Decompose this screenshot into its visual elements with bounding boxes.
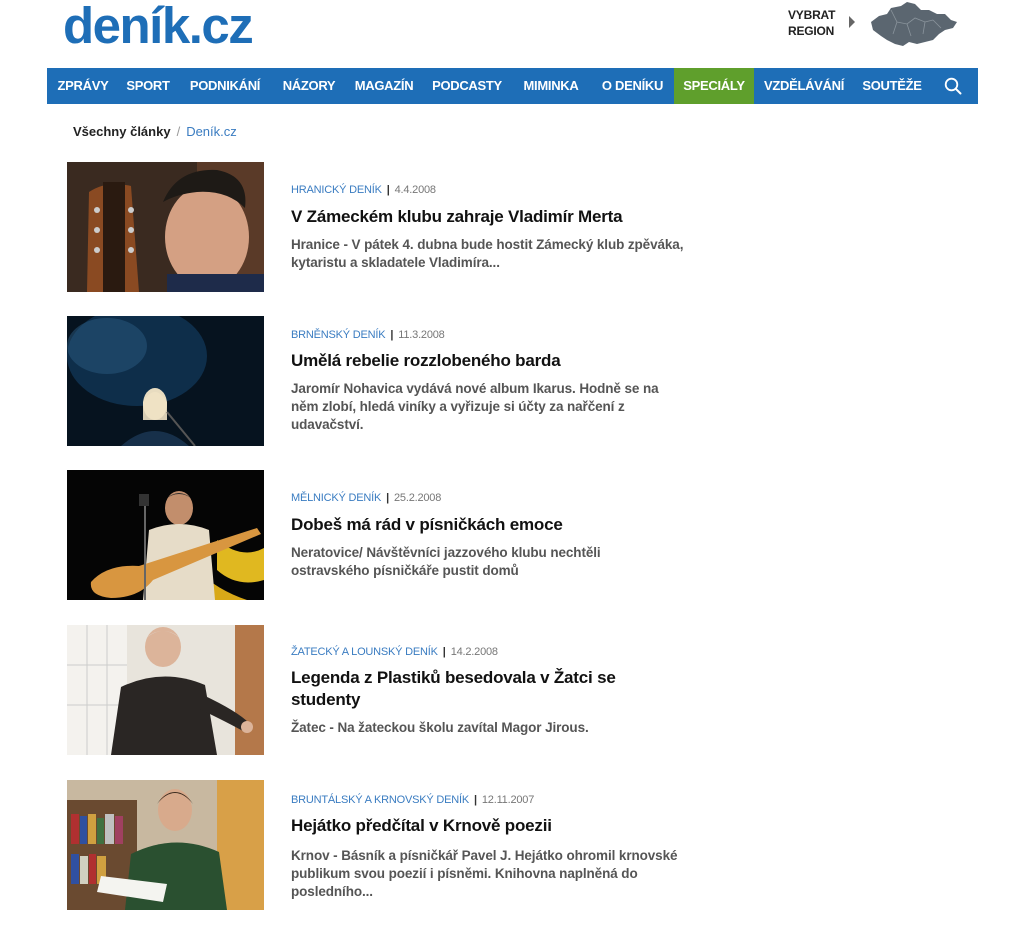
meta-separator: | (386, 492, 389, 504)
article-thumbnail[interactable] (67, 162, 264, 292)
article-date: 14.2.2008 (450, 646, 498, 658)
breadcrumb: Všechny články / Deník.cz (73, 124, 237, 140)
article-meta: Žatecký a lounský deník | 14.2.2008 (291, 645, 498, 659)
article-title[interactable]: V Zámeckém klubu zahraje Vladimír Merta (291, 206, 691, 228)
article-title[interactable]: Dobeš má rád v písničkách emoce (291, 514, 691, 536)
search-icon[interactable] (944, 77, 962, 95)
article-source[interactable]: Žatecký a lounský deník (291, 646, 438, 658)
nav-item-sport[interactable]: SPORT (119, 68, 177, 104)
article-meta: Brněnský deník | 11.3.2008 (291, 328, 445, 342)
nav-item-zpravy[interactable]: ZPRÁVY (47, 68, 119, 104)
site-header: deník.cz VYBRAT REGION (47, 0, 978, 68)
article-thumbnail[interactable] (67, 470, 264, 600)
meta-separator: | (390, 329, 394, 341)
nav-item-podnikani[interactable]: PODNIKÁNÍ (177, 68, 273, 104)
article-date: 12.11.2007 (481, 794, 535, 806)
article-title[interactable]: Legenda z Plastiků besedovala v Žatci se… (291, 667, 636, 711)
article-source[interactable]: Bruntálský a krnovský deník (291, 794, 469, 806)
article-thumbnail[interactable] (67, 780, 264, 910)
nav-item-vzdelavani[interactable]: VZDĚLÁVÁNÍ (754, 68, 854, 104)
meta-separator: | (386, 184, 390, 196)
meta-separator: | (474, 794, 477, 806)
breadcrumb-all-articles[interactable]: Všechny články (73, 124, 171, 139)
nav-item-souteze[interactable]: SOUTĚŽE (854, 68, 930, 104)
meta-separator: | (442, 646, 446, 658)
nav-item-specialy[interactable]: SPECIÁLY (674, 68, 754, 104)
article-meta: Bruntálský a krnovský deník | 12.11.2007 (291, 793, 534, 807)
select-region-link[interactable]: VYBRAT REGION (788, 7, 835, 39)
article-perex: Jaromír Nohavica vydává nové album Ikaru… (291, 381, 659, 432)
article-perex: Neratovice/ Návštěvníci jazzového klubu … (291, 545, 601, 578)
article-perex: Krnov - Básník a písničkář Pavel J. Hejá… (291, 848, 678, 899)
region-label-line2: REGION (788, 24, 835, 38)
nav-item-podcasty[interactable]: PODCASTY (423, 68, 511, 104)
article-date: 11.3.2008 (398, 329, 445, 341)
article-source[interactable]: Mělnický deník (291, 492, 381, 504)
article-date: 4.4.2008 (394, 184, 436, 196)
article-meta: Mělnický deník | 25.2.2008 (291, 491, 441, 505)
nav-item-miminka[interactable]: MIMINKA (511, 68, 591, 104)
nav-item-magazin[interactable]: MAGAZÍN (345, 68, 423, 104)
main-navigation: ZPRÁVY SPORT PODNIKÁNÍ NÁZORY MAGAZÍN PO… (47, 68, 978, 104)
article-thumbnail[interactable] (67, 316, 264, 446)
nav-item-nazory[interactable]: NÁZORY (273, 68, 345, 104)
article-date: 25.2.2008 (394, 492, 442, 504)
chevron-right-icon[interactable] (849, 16, 855, 28)
nav-item-o-deniku[interactable]: O DENÍKU (591, 68, 674, 104)
article-thumbnail[interactable] (67, 625, 264, 755)
article-source[interactable]: Hranický deník (291, 184, 382, 196)
site-logo[interactable]: deník.cz (63, 0, 254, 56)
article-title[interactable]: Hejátko předčítal v Krnově poezii (291, 815, 691, 837)
article-meta: Hranický deník | 4.4.2008 (291, 183, 436, 197)
article-perex: Žatec - Na žateckou školu zavítal Magor … (291, 720, 589, 735)
region-label-line1: VYBRAT (788, 8, 836, 22)
article-source[interactable]: Brněnský deník (291, 329, 386, 341)
article-perex: Hranice - V pátek 4. dubna bude hostit Z… (291, 237, 684, 270)
breadcrumb-separator: / (176, 124, 181, 139)
breadcrumb-current[interactable]: Deník.cz (186, 124, 237, 139)
article-title[interactable]: Umělá rebelie rozzlobeného barda (291, 350, 691, 372)
czech-map-icon[interactable] (867, 0, 959, 50)
